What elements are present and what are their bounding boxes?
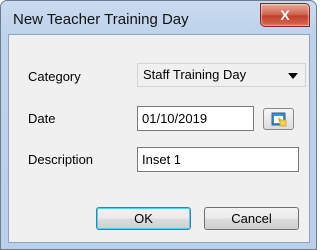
chevron-down-icon <box>288 73 298 79</box>
dialog-window: New Teacher Training Day X Category Staf… <box>0 0 317 250</box>
date-label: Date <box>28 111 56 126</box>
ok-button[interactable]: OK <box>96 207 191 230</box>
close-icon: X <box>280 7 290 23</box>
calendar-icon <box>271 112 287 127</box>
description-label: Description <box>28 152 94 167</box>
date-value: 01/10/2019 <box>142 111 208 126</box>
description-input[interactable]: Inset 1 <box>137 147 299 172</box>
close-button[interactable]: X <box>260 3 310 27</box>
cancel-button[interactable]: Cancel <box>204 207 299 230</box>
category-select[interactable]: Staff Training Day <box>137 63 306 87</box>
dialog-title: New Teacher Training Day <box>13 11 189 28</box>
date-input[interactable]: 01/10/2019 <box>137 106 254 131</box>
category-label: Category <box>28 69 81 84</box>
description-value: Inset 1 <box>142 152 182 167</box>
category-value: Staff Training Day <box>143 67 247 82</box>
dialog-content: Category Staff Training Day Date 01/10/2… <box>8 34 310 243</box>
calendar-button[interactable] <box>263 108 294 130</box>
